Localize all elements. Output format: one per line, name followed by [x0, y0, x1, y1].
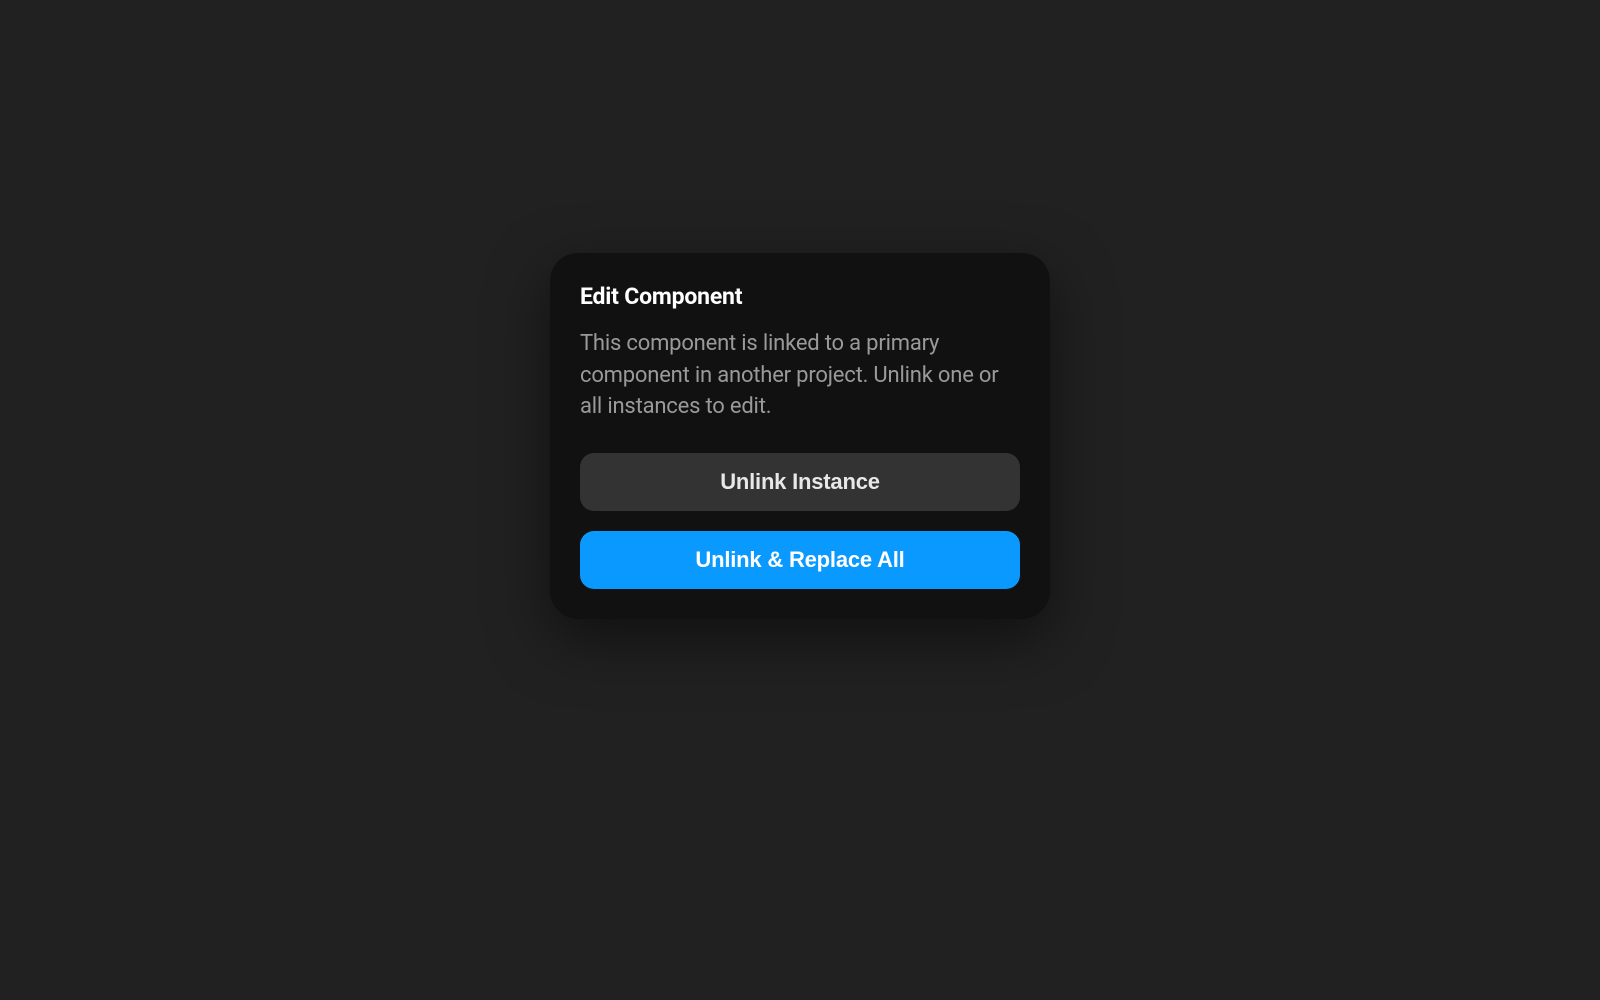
edit-component-dialog: Edit Component This component is linked … — [550, 253, 1050, 620]
dialog-body-text: This component is linked to a primary co… — [580, 328, 1020, 424]
dialog-title: Edit Component — [580, 283, 1020, 310]
unlink-replace-all-button[interactable]: Unlink & Replace All — [580, 531, 1020, 589]
unlink-instance-button[interactable]: Unlink Instance — [580, 453, 1020, 511]
